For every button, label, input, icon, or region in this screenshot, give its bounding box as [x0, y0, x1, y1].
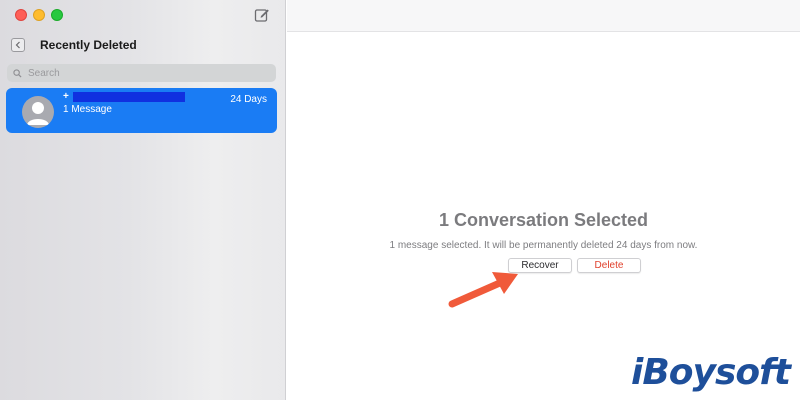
conversation-name-prefix: +: [63, 91, 69, 102]
search-input[interactable]: [28, 67, 228, 79]
iboysoft-logo: iBoysoft: [631, 352, 791, 393]
sidebar-title: Recently Deleted: [40, 38, 137, 52]
conversation-days-left: 24 Days: [230, 94, 267, 105]
conversation-list-item[interactable]: + 24 Days 1 Message: [6, 88, 277, 133]
conversation-name: +: [63, 91, 185, 102]
delete-button[interactable]: Delete: [577, 258, 641, 273]
chevron-left-icon: [15, 41, 20, 49]
back-button[interactable]: [11, 38, 25, 52]
window-controls: [15, 9, 63, 21]
redacted-phone-number: [72, 91, 185, 102]
arrow-annotation-icon: [448, 272, 518, 308]
selection-title: 1 Conversation Selected: [438, 210, 649, 230]
selection-description: 1 message selected. It will be permanent…: [389, 240, 698, 251]
zoom-window-button[interactable]: [51, 9, 63, 21]
close-window-button[interactable]: [15, 9, 27, 21]
conversation-message-count: 1 Message: [63, 104, 112, 115]
avatar: [22, 96, 54, 128]
minimize-window-button[interactable]: [33, 9, 45, 21]
main-toolbar: [287, 0, 800, 32]
search-field[interactable]: [7, 64, 276, 82]
person-icon: [27, 102, 49, 125]
compose-icon[interactable]: [254, 7, 270, 23]
search-icon: [13, 68, 22, 78]
sidebar: Recently Deleted + 24 Days 1 Message: [0, 0, 286, 400]
